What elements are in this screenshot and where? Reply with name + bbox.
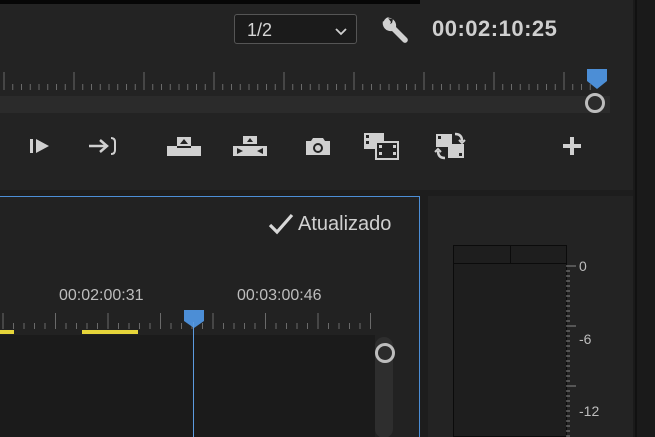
timeline-playhead[interactable] <box>183 309 205 334</box>
panel-divider[interactable] <box>633 0 655 437</box>
check-icon <box>268 213 294 235</box>
db-label: -12 <box>579 403 600 419</box>
render-status: Atualizado <box>268 209 391 239</box>
ruler-timecode: 00:02:00:31 <box>59 287 144 304</box>
db-label: 0 <box>579 258 587 274</box>
camera-icon <box>306 138 330 155</box>
audio-meter-panel: 0 -6 -12 <box>428 196 633 437</box>
db-label: -6 <box>579 331 592 347</box>
playback-resolution-value: 1/2 <box>247 20 273 40</box>
transport-controls <box>0 126 610 176</box>
program-playhead[interactable] <box>586 68 608 95</box>
timeline-panel: Atualizado 00:02:00:31 00:03:00:46 <box>0 196 420 437</box>
extract-button[interactable] <box>230 126 270 166</box>
lift-icon <box>167 137 201 156</box>
meter-db-scale: 0 -6 -12 <box>566 258 626 437</box>
proxy-toggle-icon <box>434 132 466 160</box>
go-to-out-icon <box>89 137 116 155</box>
program-time-ruler[interactable] <box>0 66 610 92</box>
render-status-label: Atualizado <box>298 212 392 235</box>
timeline-tracks[interactable] <box>0 335 375 437</box>
monitor-top-edge <box>0 0 420 4</box>
program-timecode[interactable]: 00:02:10:25 <box>432 16 557 42</box>
playback-resolution-select[interactable]: 1/2 <box>234 14 357 44</box>
export-frame-button[interactable] <box>298 126 338 166</box>
ruler-timecode: 00:03:00:46 <box>237 287 322 304</box>
timeline-zoom-handle[interactable] <box>375 343 395 363</box>
comparison-view-icon <box>364 133 399 160</box>
lift-button[interactable] <box>164 126 204 166</box>
program-zoom-scrollbar[interactable] <box>0 96 610 113</box>
render-bar-segment <box>0 330 14 334</box>
program-monitor: 1/2 00:02:10:25 <box>0 0 633 190</box>
toggle-proxies-button[interactable] <box>430 126 470 166</box>
meter-peak-indicators[interactable] <box>454 246 566 264</box>
step-forward-button[interactable] <box>20 126 60 166</box>
button-editor-button[interactable] <box>552 126 592 166</box>
go-to-out-button[interactable] <box>82 126 122 166</box>
chevron-down-icon <box>335 24 347 42</box>
timeline-playhead-line <box>193 322 194 437</box>
meter-peak-divider <box>510 246 511 264</box>
wrench-icon[interactable] <box>380 14 410 49</box>
extract-icon <box>233 136 267 156</box>
program-zoom-handle[interactable] <box>585 93 605 113</box>
render-bar-segment <box>82 330 138 334</box>
step-forward-icon <box>30 139 49 153</box>
plus-icon <box>563 137 581 155</box>
audio-meter <box>453 245 567 437</box>
comparison-view-button[interactable] <box>362 126 402 166</box>
